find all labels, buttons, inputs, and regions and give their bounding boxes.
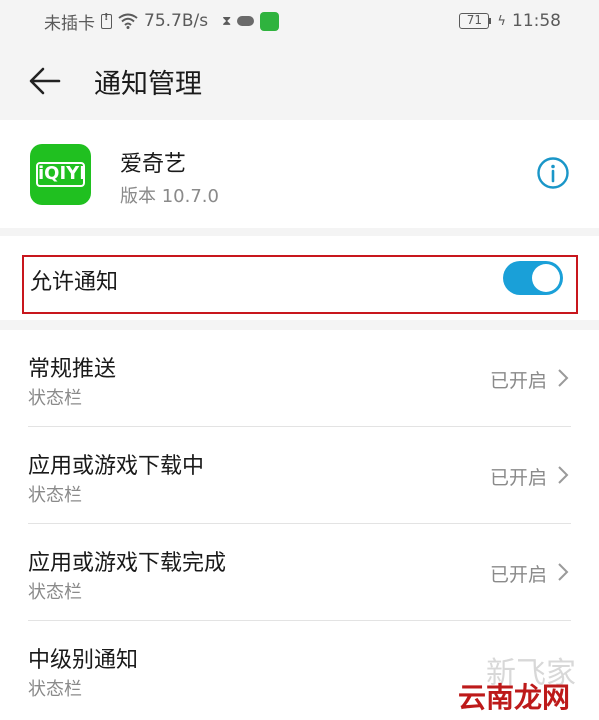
channel-subtitle: 状态栏 — [28, 679, 82, 700]
sim-status-text: 未插卡 — [44, 13, 95, 34]
net-speed: 75.7B/s — [144, 11, 209, 31]
hourglass-icon: ⧗ — [222, 13, 232, 29]
status-bar: 未插卡 75.7B/s ⧗ 71 ϟ 11:58 — [0, 0, 599, 42]
channel-subtitle: 状态栏 — [28, 388, 82, 409]
sim-icon — [101, 12, 112, 29]
clock: 11:58 — [512, 11, 561, 31]
toggle-knob — [532, 264, 560, 292]
status-left: 未插卡 75.7B/s ⧗ — [44, 9, 280, 34]
channel-subtitle: 状态栏 — [28, 485, 82, 506]
channel-item[interactable]: 常规推送 状态栏 已开启 — [0, 330, 599, 427]
app-name: 爱奇艺 — [120, 152, 187, 177]
battery-icon: 71 — [459, 13, 492, 29]
channel-status: 已开启 — [489, 564, 547, 586]
iqiyi-app-icon: iQIYI — [30, 144, 91, 205]
channel-subtitle: 状态栏 — [28, 582, 82, 603]
channel-title: 应用或游戏下载完成 — [28, 551, 227, 576]
channel-title: 中级别通知 — [28, 648, 139, 673]
title-bar: 通知管理 — [0, 42, 599, 120]
page-title: 通知管理 — [94, 68, 202, 100]
status-right: 71 ϟ 11:58 — [459, 11, 561, 31]
chevron-right-icon — [558, 563, 569, 581]
channel-status: 已开启 — [489, 467, 547, 489]
wechat-icon — [260, 11, 280, 31]
chevron-right-icon — [558, 466, 569, 484]
channel-item[interactable]: 应用或游戏下载中 状态栏 已开启 — [0, 427, 599, 524]
allow-notification-label: 允许通知 — [30, 270, 119, 295]
arrow-left-icon[interactable] — [28, 64, 62, 98]
app-icon-text: iQIYI — [36, 162, 86, 187]
allow-notification-toggle[interactable] — [503, 261, 563, 295]
allow-notification-row[interactable]: 允许通知 — [0, 236, 599, 320]
channel-title: 常规推送 — [28, 357, 117, 382]
channel-item[interactable]: 应用或游戏下载完成 状态栏 已开启 — [0, 524, 599, 621]
battery-level: 71 — [459, 13, 490, 29]
wifi-icon — [118, 13, 138, 29]
channel-status: 已开启 — [489, 370, 547, 392]
channel-title: 应用或游戏下载中 — [28, 454, 205, 479]
chevron-right-icon — [558, 369, 569, 387]
watermark-bottom: 云南龙网 — [458, 681, 571, 714]
app-card: iQIYI 爱奇艺 版本 10.7.0 — [0, 120, 599, 228]
app-version: 版本 10.7.0 — [120, 186, 219, 207]
cloud-icon — [237, 16, 255, 26]
info-icon[interactable] — [536, 156, 570, 190]
bolt-icon: ϟ — [497, 13, 506, 29]
